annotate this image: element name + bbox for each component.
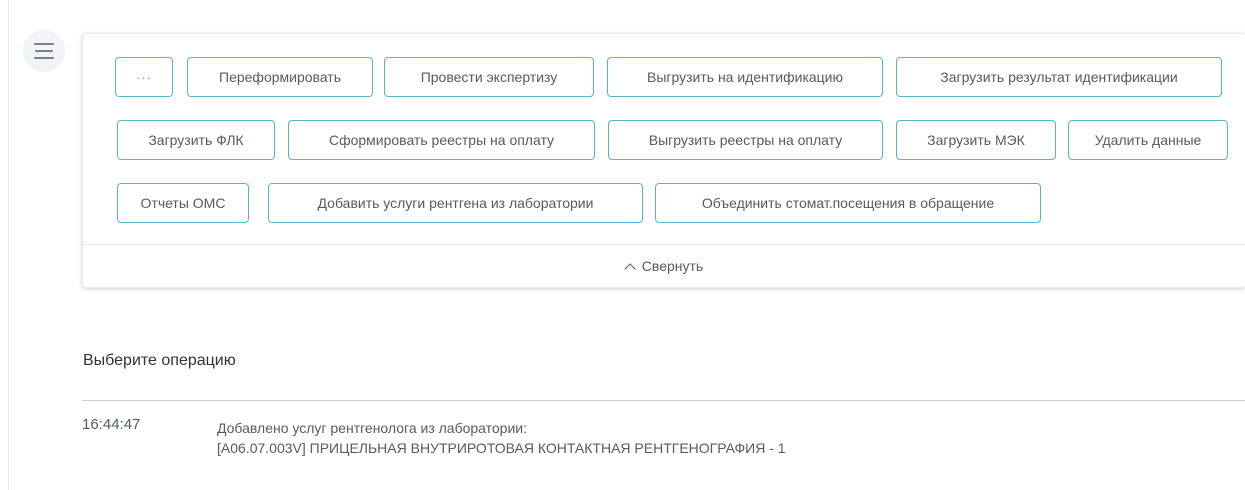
hamburger-menu-icon[interactable] (23, 30, 65, 72)
collapse-label: Свернуть (641, 258, 704, 274)
log-message-line: Добавлено услуг рентгенолога из лаборато… (217, 420, 528, 436)
add-xray-services-button[interactable]: Добавить услуги рентгена из лаборатории (268, 183, 643, 223)
log-message: Добавлено услуг рентгенолога из лаборато… (217, 418, 786, 458)
log-divider (82, 400, 1245, 401)
run-expertise-button[interactable]: Провести экспертизу (384, 57, 594, 97)
export-identification-button[interactable]: Выгрузить на идентификацию (607, 57, 883, 97)
merge-dental-visits-button[interactable]: Объединить стомат.посещения в обращение (655, 183, 1041, 223)
chevron-up-icon (624, 262, 636, 275)
load-flk-button[interactable]: Загрузить ФЛК (117, 120, 275, 160)
operations-panel: ··· Переформировать Провести экспертизу … (82, 33, 1245, 288)
reform-button[interactable]: Переформировать (187, 57, 373, 97)
delete-data-button[interactable]: Удалить данные (1068, 120, 1228, 160)
log-message-line: [A06.07.003V] ПРИЦЕЛЬНАЯ ВНУТРИРОТОВАЯ К… (217, 440, 786, 456)
log-timestamp: 16:44:47 (82, 416, 141, 433)
menu-line (34, 43, 54, 45)
oms-reports-button[interactable]: Отчеты ОМС (117, 183, 249, 223)
create-payment-registries-button[interactable]: Сформировать реестры на оплату (288, 120, 595, 160)
section-title: Выберите операцию (83, 352, 236, 369)
export-payment-registries-button[interactable]: Выгрузить реестры на оплату (608, 120, 883, 160)
menu-line (35, 50, 53, 52)
load-mek-button[interactable]: Загрузить МЭК (896, 120, 1056, 160)
menu-line (34, 57, 54, 59)
collapse-button[interactable]: Свернуть (83, 245, 1245, 287)
load-identification-result-button[interactable]: Загрузить результат идентификации (896, 57, 1222, 97)
more-button[interactable]: ··· (115, 57, 173, 97)
left-border-line (8, 0, 9, 490)
